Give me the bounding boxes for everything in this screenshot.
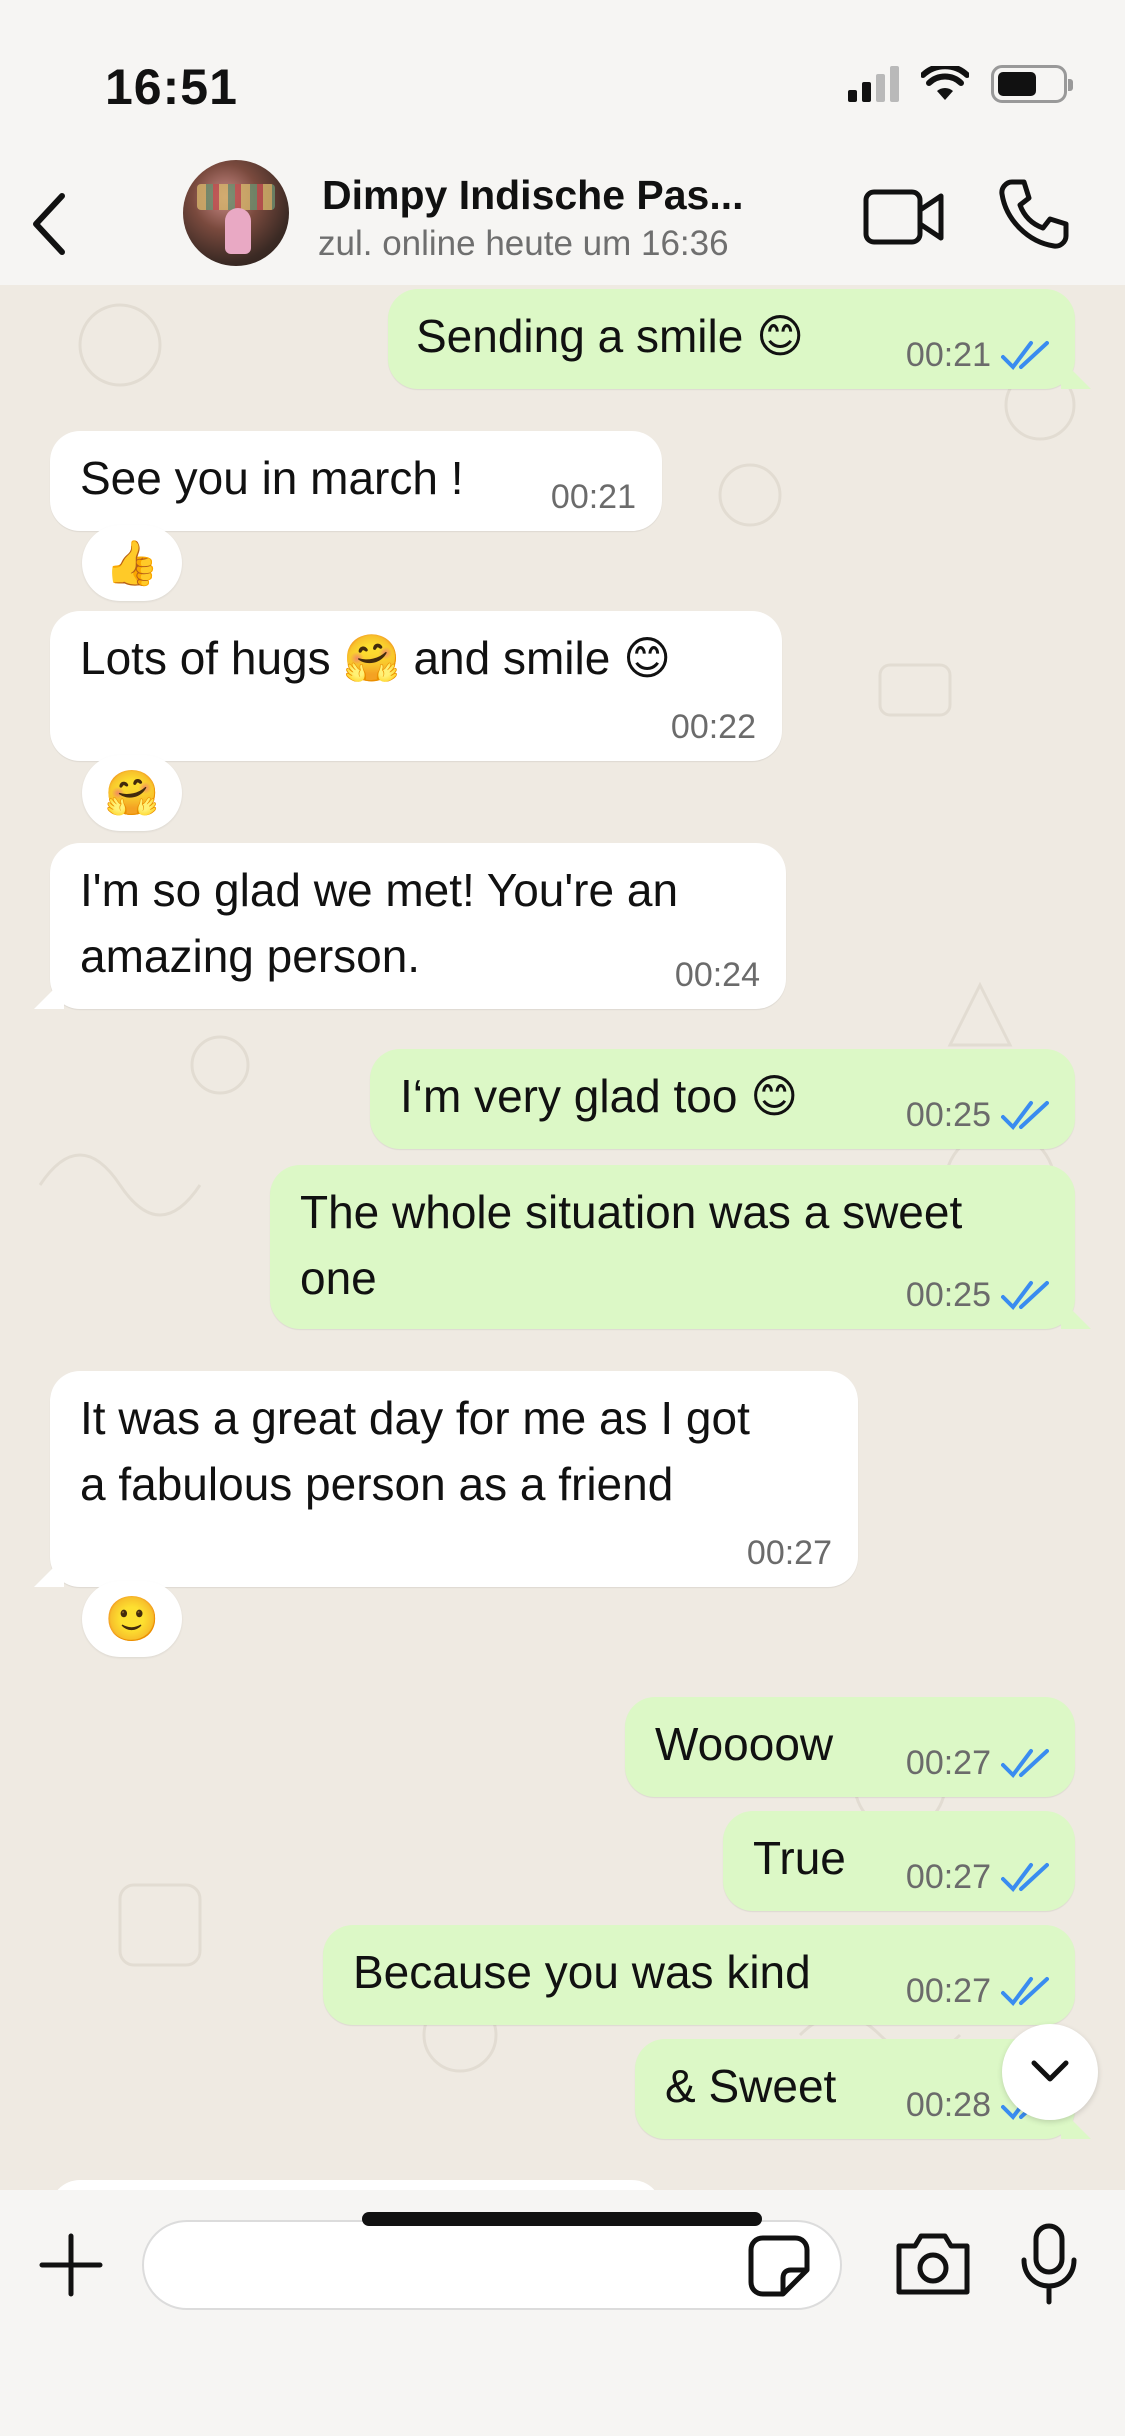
message-bubble-incoming[interactable]: Lots of hugs 🤗 and smile 😊 00:22 — [50, 611, 782, 761]
read-receipt-icon — [1001, 1101, 1049, 1131]
thumbs-up-icon: 👍 — [104, 538, 160, 589]
back-icon — [33, 193, 65, 255]
sticker-icon[interactable] — [747, 2234, 811, 2298]
message-time: 00:28 — [905, 2086, 991, 2124]
scroll-to-bottom-button[interactable] — [1002, 2024, 1098, 2120]
message-bubble-outgoing[interactable]: Woooow 00:27 — [625, 1697, 1075, 1797]
message-bubble-incoming[interactable]: I'm so glad we met! You're an amazing pe… — [50, 843, 786, 1009]
home-indicator — [362, 2212, 762, 2226]
status-icons — [848, 62, 1073, 106]
message-time: 00:21 — [905, 336, 991, 374]
read-receipt-icon — [1001, 1863, 1049, 1893]
signal-icon — [848, 66, 899, 102]
back-button[interactable] — [18, 186, 78, 262]
mic-icon[interactable] — [1016, 2222, 1082, 2306]
message-bubble-outgoing[interactable]: Sending a smile 😊 00:21 — [388, 289, 1075, 389]
message-bubble-outgoing[interactable]: True 00:27 — [723, 1811, 1075, 1911]
composer-bar — [0, 2190, 1125, 2436]
message-time: 00:25 — [905, 1096, 991, 1134]
contact-status: zul. online heute um 16:36 — [318, 224, 729, 263]
message-time: 00:22 — [670, 708, 756, 746]
reaction-badge[interactable]: 🤗 — [82, 755, 182, 831]
reaction-badge[interactable]: 🙂 — [82, 1581, 182, 1657]
message-time: 00:27 — [905, 1858, 991, 1896]
chat-area[interactable]: Sending a smile 😊 00:21 See you in march… — [0, 285, 1125, 2190]
reaction-badge[interactable]: 👍 — [82, 525, 182, 601]
message-bubble-outgoing[interactable]: The whole situation was a sweet one 00:2… — [270, 1165, 1075, 1329]
message-bubble-outgoing[interactable]: I‘m very glad too 😊 00:25 — [370, 1049, 1075, 1149]
camera-icon[interactable] — [893, 2228, 973, 2298]
contact-name[interactable]: Dimpy Indische Pas... — [322, 172, 744, 219]
message-time: 00:27 — [746, 1534, 832, 1572]
read-receipt-icon — [1001, 1977, 1049, 2007]
read-receipt-icon — [1001, 1749, 1049, 1779]
message-time: 00:25 — [905, 1276, 991, 1314]
status-bar: 16:51 — [0, 0, 1125, 160]
phone-icon[interactable] — [996, 176, 1070, 252]
message-time: 00:27 — [905, 1744, 991, 1782]
chevron-down-icon — [1031, 2060, 1069, 2082]
hug-emoji-icon: 🤗 — [104, 768, 160, 819]
read-receipt-icon — [1001, 1281, 1049, 1311]
plus-icon[interactable] — [36, 2230, 106, 2300]
read-receipt-icon — [1001, 341, 1049, 371]
message-time: 00:27 — [905, 1972, 991, 2010]
battery-icon — [991, 65, 1073, 103]
wifi-icon — [921, 66, 969, 100]
message-bubble-outgoing[interactable]: Because you was kind 00:27 — [323, 1925, 1075, 2025]
message-bubble-incoming-partial[interactable] — [50, 2180, 662, 2190]
smile-emoji-icon: 🙂 — [104, 1594, 160, 1645]
chat-header: Dimpy Indische Pas... zul. online heute … — [0, 160, 1125, 285]
message-text: Lots of hugs 🤗 and smile 😊 — [80, 632, 672, 684]
status-time: 16:51 — [105, 59, 238, 115]
message-input[interactable] — [142, 2220, 842, 2310]
message-text: It was a great day for me as I got a fab… — [80, 1392, 750, 1510]
avatar[interactable] — [183, 160, 289, 266]
message-time: 00:21 — [550, 478, 636, 516]
video-call-icon[interactable] — [863, 182, 945, 252]
message-time: 00:24 — [674, 956, 760, 994]
message-bubble-incoming[interactable]: It was a great day for me as I got a fab… — [50, 1371, 858, 1587]
message-bubble-incoming[interactable]: See you in march ! 00:21 — [50, 431, 662, 531]
